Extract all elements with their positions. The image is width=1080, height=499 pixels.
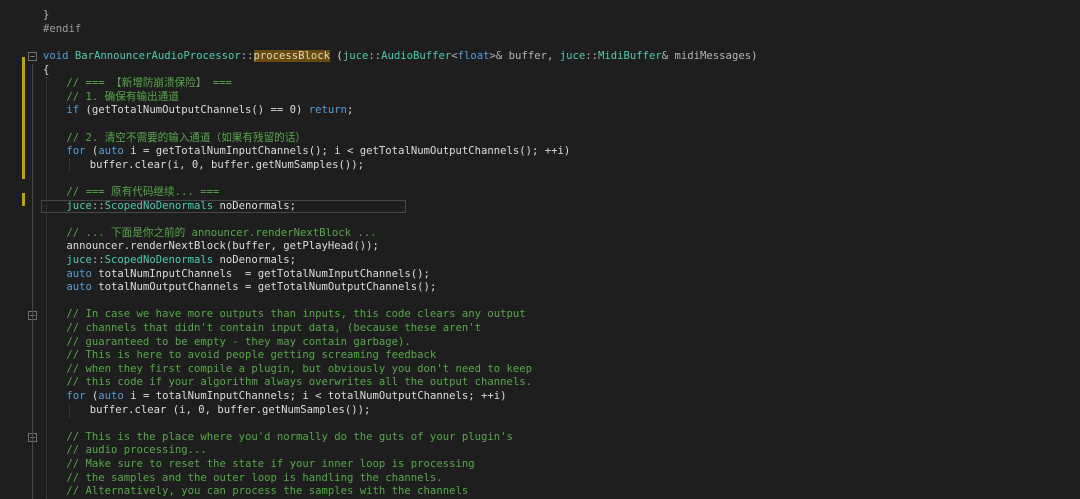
code-line[interactable]: // Make sure to reset the state if your … <box>66 458 474 472</box>
highlighted-function-token: processBlock <box>253 49 331 62</box>
keyword-token: auto <box>98 389 124 402</box>
type-token: ScopedNoDenormals <box>104 253 214 266</box>
code-token: buffer.clear (i, 0, buffer.getNumSamples… <box>89 403 371 416</box>
keyword-token: auto <box>98 145 124 158</box>
type-token: juce <box>342 49 369 62</box>
comment-token: // channels that didn't contain input da… <box>66 321 481 334</box>
type-token: juce <box>66 199 92 212</box>
code-line[interactable]: buffer.clear (i, 0, buffer.getNumSamples… <box>90 404 371 418</box>
indent-guide <box>45 77 47 499</box>
change-marker <box>22 193 25 207</box>
code-token: #endif <box>43 22 82 35</box>
code-token: ( <box>85 145 99 158</box>
code-line[interactable]: // In case we have more outputs than inp… <box>66 308 525 322</box>
indent-guide <box>68 403 70 418</box>
keyword-token: if <box>66 104 80 117</box>
code-line[interactable]: // ... 下面是你之前的 announcer.renderNextBlock… <box>66 227 376 241</box>
code-line[interactable]: // This is the place where you'd normall… <box>66 431 512 445</box>
code-line[interactable]: if (getTotalNumOutputChannels() == 0) re… <box>66 104 353 118</box>
comment-token: // Make sure to reset the state if your … <box>66 457 475 470</box>
type-token: juce <box>66 253 92 266</box>
code-line[interactable]: void BarAnnouncerAudioProcessor::process… <box>43 49 758 64</box>
code-token: totalNumOutputChannels = getTotalNumOutp… <box>91 281 437 294</box>
code-token: :: <box>91 199 105 212</box>
comment-token: // audio processing... <box>66 444 207 457</box>
comment-token: // In case we have more outputs than inp… <box>66 308 526 321</box>
code-line[interactable]: } <box>43 9 49 23</box>
comment-token: // This is here to avoid people getting … <box>66 349 437 362</box>
code-token: (getTotalNumOutputChannels() == 0) <box>79 104 309 117</box>
comment-token: // === 【新增防崩溃保险】 === <box>66 77 232 90</box>
code-line[interactable]: // === 【新增防崩溃保险】 === <box>66 77 232 91</box>
type-token: juce <box>559 49 586 62</box>
code-token: i = totalNumInputChannels; i < totalNumO… <box>123 389 507 402</box>
code-token: noDenormals; <box>213 253 297 266</box>
code-line[interactable]: // when they first compile a plugin, but… <box>66 363 532 377</box>
code-line[interactable]: { <box>43 64 49 78</box>
code-token: buffer.clear(i, 0, buffer.getNumSamples(… <box>89 158 365 171</box>
keyword-token: auto <box>66 281 92 294</box>
code-line[interactable]: // the samples and the outer loop is han… <box>66 472 442 486</box>
comment-token: // when they first compile a plugin, but… <box>66 362 532 375</box>
code-line[interactable]: #endif <box>43 23 81 37</box>
code-token: ; <box>347 104 354 117</box>
fold-region-line <box>32 63 33 499</box>
code-line-current[interactable]: juce::ScopedNoDenormals noDenormals; <box>41 199 407 214</box>
comment-token: // the samples and the outer loop is han… <box>66 471 443 484</box>
code-line[interactable]: for (auto i = getTotalNumInputChannels()… <box>66 145 570 159</box>
code-token: & midiMessages) <box>661 49 758 62</box>
indent-guide <box>68 158 70 173</box>
code-line[interactable]: // === 原有代码继续... === <box>66 186 219 200</box>
code-line[interactable]: buffer.clear(i, 0, buffer.getNumSamples(… <box>90 159 364 173</box>
code-token: noDenormals; <box>213 199 297 212</box>
keyword-token: return <box>308 104 348 117</box>
collapse-icon[interactable]: − <box>28 52 37 62</box>
type-token: MidiBuffer <box>598 49 662 62</box>
keyword-token: auto <box>66 267 92 280</box>
code-line[interactable]: // 2. 清空不需要的输入通道（如果有残留的话） <box>66 132 306 146</box>
code-token: i = getTotalNumInputChannels(); i < getT… <box>123 145 571 158</box>
code-token: totalNumInputChannels = getTotalNumInput… <box>91 267 430 280</box>
code-line[interactable]: auto totalNumInputChannels = getTotalNum… <box>66 268 430 282</box>
comment-token: // Alternatively, you can process the sa… <box>66 485 469 498</box>
code-token: } <box>43 9 50 22</box>
comment-token: // 1. 确保有输出通道 <box>66 90 179 103</box>
keyword-token: for <box>66 145 86 158</box>
code-token: >& buffer, <box>489 49 560 62</box>
code-line[interactable]: // 1. 确保有输出通道 <box>66 91 178 105</box>
comment-token: // === 原有代码继续... === <box>66 185 220 198</box>
code-line[interactable]: // guaranteed to be empty - they may con… <box>66 336 410 350</box>
code-line[interactable]: auto totalNumOutputChannels = getTotalNu… <box>66 281 436 295</box>
type-token: AudioBuffer <box>381 49 452 62</box>
code-token: { <box>43 63 50 76</box>
code-line[interactable]: // Alternatively, you can process the sa… <box>66 485 468 499</box>
keyword-token: for <box>66 389 86 402</box>
code-line[interactable]: for (auto i = totalNumInputChannels; i <… <box>66 390 506 404</box>
code-token: ( <box>85 389 99 402</box>
code-line[interactable]: // this code if your algorithm always ov… <box>66 376 532 390</box>
code-editor[interactable]: −−− }#endifvoid BarAnnouncerAudioProcess… <box>0 0 1080 499</box>
code-token: :: <box>368 49 382 62</box>
keyword-token: float <box>457 49 490 62</box>
type-token: ScopedNoDenormals <box>104 199 214 212</box>
comment-token: // this code if your algorithm always ov… <box>66 376 532 389</box>
comment-token: // This is the place where you'd normall… <box>66 430 513 443</box>
code-token: :: <box>240 49 254 62</box>
code-token: :: <box>91 253 105 266</box>
code-line[interactable]: juce::ScopedNoDenormals noDenormals; <box>66 254 296 268</box>
code-line[interactable]: announcer.renderNextBlock(buffer, getPla… <box>66 240 379 254</box>
code-line[interactable]: // audio processing... <box>66 444 206 458</box>
change-marker <box>22 57 25 180</box>
code-line[interactable]: // This is here to avoid people getting … <box>66 349 436 363</box>
type-token: BarAnnouncerAudioProcessor <box>74 49 241 62</box>
keyword-token: void <box>43 49 69 62</box>
code-token: ( <box>330 49 343 62</box>
comment-token: // ... 下面是你之前的 announcer.renderNextBlock… <box>66 226 377 239</box>
comment-token: // guaranteed to be empty - they may con… <box>66 335 411 348</box>
code-token: :: <box>585 49 598 62</box>
comment-token: // 2. 清空不需要的输入通道（如果有残留的话） <box>66 131 306 144</box>
code-token: announcer.renderNextBlock(buffer, getPla… <box>66 240 379 253</box>
code-line[interactable]: // channels that didn't contain input da… <box>66 322 481 336</box>
